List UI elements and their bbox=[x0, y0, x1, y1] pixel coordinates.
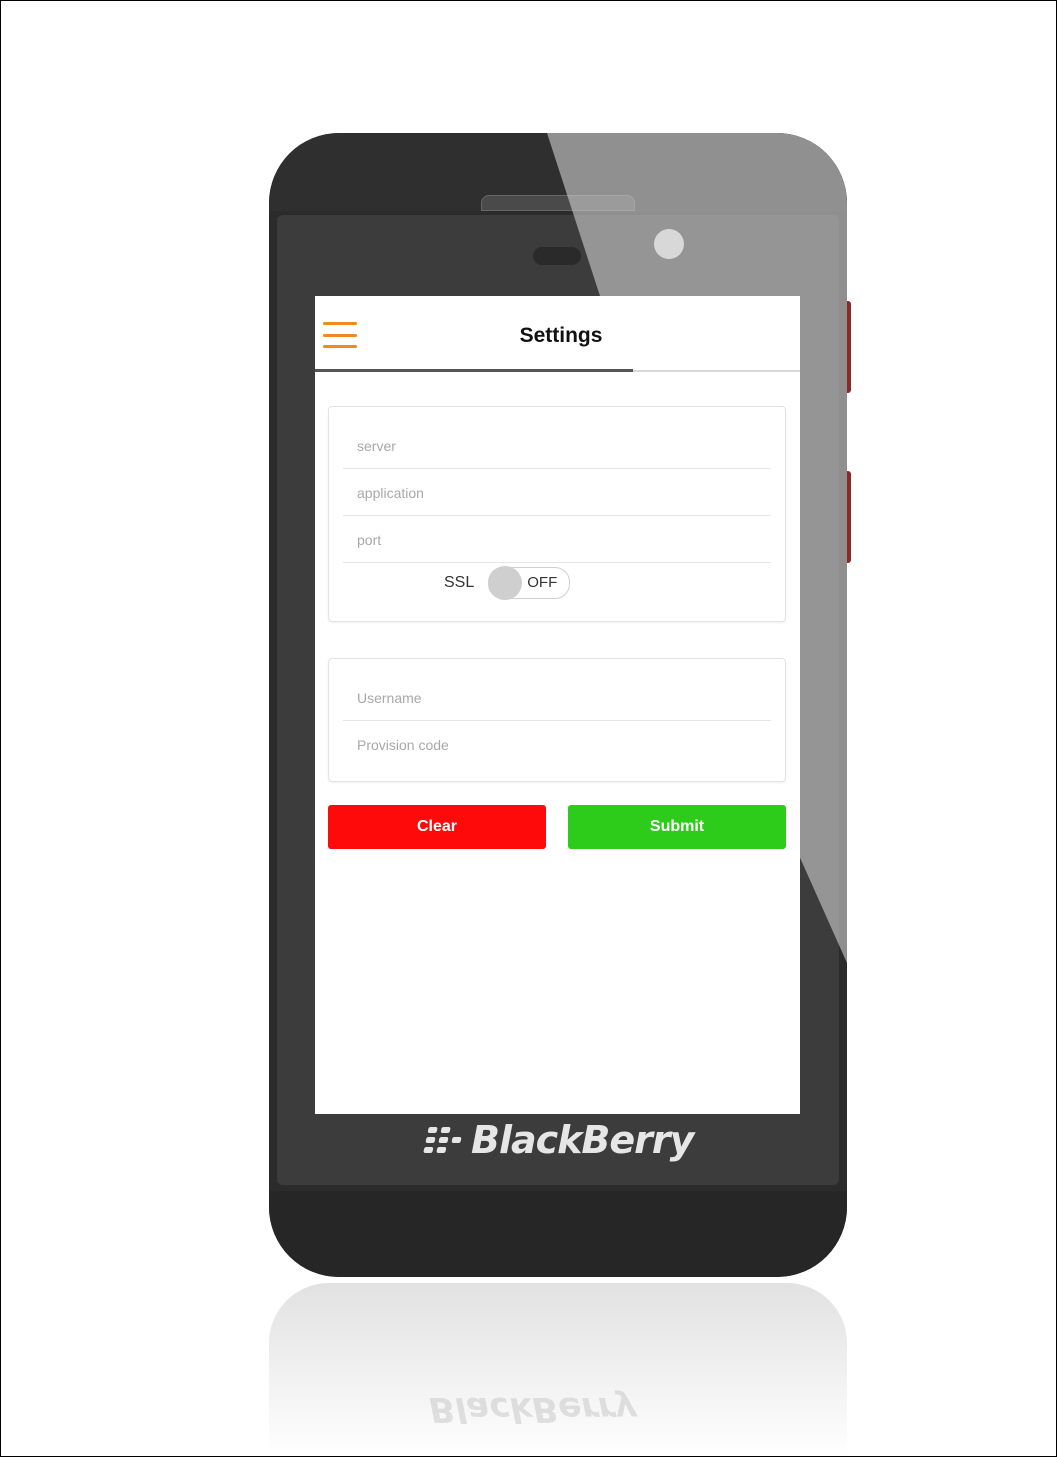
provision-code-input[interactable] bbox=[343, 722, 771, 768]
app-bar-divider bbox=[315, 369, 633, 372]
front-camera-icon bbox=[654, 229, 684, 259]
server-settings-card: SSL OFF bbox=[328, 406, 786, 622]
blackberry-logo-icon bbox=[423, 1127, 464, 1153]
app-screen: Settings SSL OFF Clear Submit bbox=[315, 296, 800, 1114]
clear-button[interactable]: Clear bbox=[328, 805, 546, 849]
ssl-toggle-state: OFF bbox=[527, 574, 558, 591]
toggle-knob bbox=[488, 566, 523, 600]
credentials-card bbox=[328, 658, 786, 782]
proximity-sensor bbox=[533, 247, 581, 265]
page-title: Settings bbox=[519, 324, 603, 347]
phone-bottom-bezel bbox=[269, 1191, 847, 1277]
phone-reflection bbox=[269, 1283, 847, 1456]
page-frame: BlackBerry BlackBerry Settings server ap… bbox=[0, 0, 1057, 1457]
ssl-row: SSL OFF bbox=[444, 566, 571, 600]
application-input[interactable] bbox=[343, 470, 771, 516]
server-input[interactable] bbox=[343, 423, 771, 469]
earpiece-speaker bbox=[481, 195, 635, 211]
app-bar: Settings bbox=[315, 296, 800, 372]
ssl-label: SSL bbox=[444, 574, 475, 591]
brand-name: BlackBerry bbox=[471, 1118, 694, 1162]
brand-reflection: BlackBerry bbox=[429, 1389, 637, 1429]
submit-button[interactable]: Submit bbox=[568, 805, 786, 849]
brand-logo: BlackBerry bbox=[423, 1115, 694, 1165]
ssl-toggle[interactable]: OFF bbox=[488, 566, 571, 600]
username-input[interactable] bbox=[343, 675, 771, 721]
port-input[interactable] bbox=[343, 517, 771, 563]
